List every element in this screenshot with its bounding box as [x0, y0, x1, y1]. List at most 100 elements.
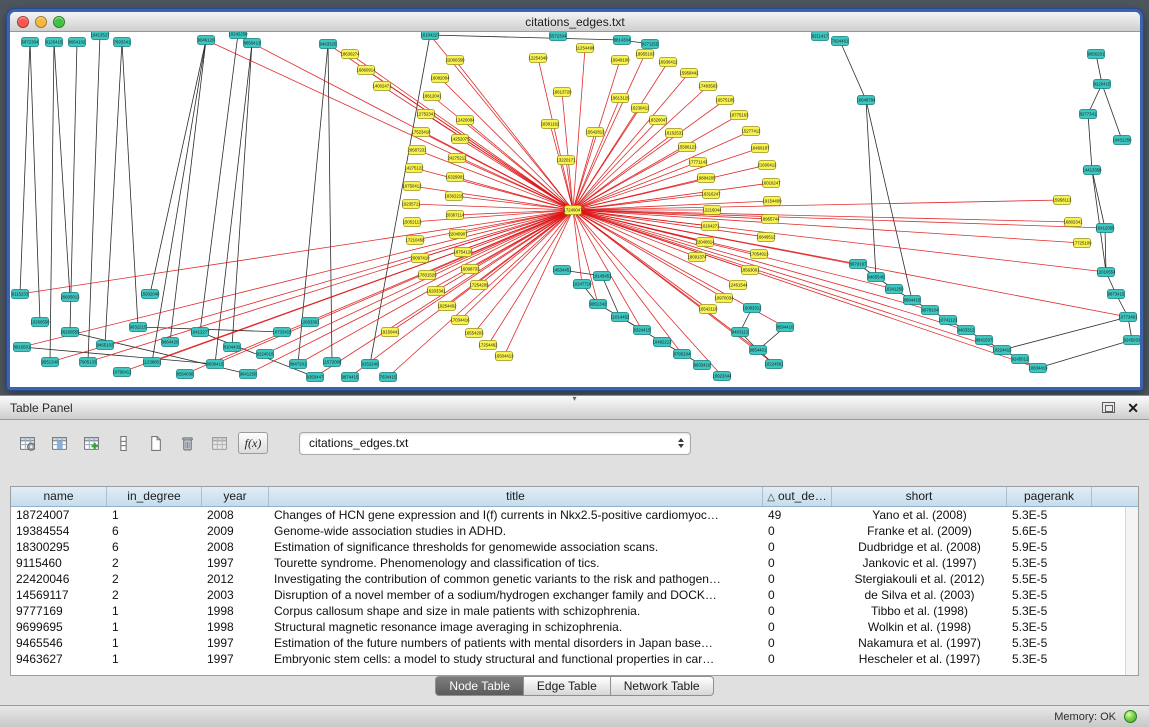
graph-node[interactable]: 16750412 [402, 182, 422, 191]
graph-node[interactable]: 14413358 [1082, 166, 1102, 175]
graph-node[interactable]: 9930415 [207, 360, 224, 369]
graph-node[interactable]: 17034416 [450, 316, 470, 325]
graph-node[interactable]: 17725109 [1072, 239, 1092, 248]
graph-node[interactable]: 9032215 [130, 323, 147, 332]
graph-node[interactable]: 8941507 [976, 336, 993, 345]
graph-node[interactable]: 9271155 [642, 40, 659, 49]
graph-node[interactable]: 22060358 [445, 56, 465, 65]
graph-node[interactable]: 12254349 [528, 54, 548, 63]
graph-node[interactable]: 18320047 [648, 116, 668, 125]
graph-node[interactable]: 14252075 [450, 135, 470, 144]
graph-node[interactable]: 12420084 [455, 116, 475, 125]
graph-node[interactable]: 9120415 [46, 38, 63, 47]
zoom-window-button[interactable] [53, 16, 65, 28]
graph-node[interactable]: 17831529 [417, 271, 437, 280]
table-row[interactable]: 1830029562008Estimation of significance … [11, 539, 1138, 555]
graph-node[interactable]: 19884205 [696, 174, 716, 183]
split-divider-grip[interactable]: ▾ [572, 395, 576, 403]
column-header-pagerank[interactable]: pagerank [1007, 487, 1092, 506]
graph-node[interactable]: 26260555 [60, 328, 80, 337]
graph-node[interactable]: 10773401 [1118, 313, 1138, 322]
memory-status-indicator[interactable] [1124, 710, 1137, 723]
graph-node[interactable]: 16648794 [856, 96, 876, 105]
graph-node[interactable]: 10413527 [90, 32, 110, 40]
graph-node[interactable]: 17210458 [405, 236, 425, 245]
table-row[interactable]: 1872400712008Changes of HCN gene express… [11, 507, 1138, 523]
graph-node[interactable]: 8594410 [777, 323, 794, 332]
tab-network-table[interactable]: Network Table [611, 676, 714, 696]
table-row[interactable]: 977716911998Corpus callosum shape and si… [11, 603, 1138, 619]
graph-node[interactable]: 19613729 [552, 88, 572, 97]
graph-node[interactable]: 10224415 [992, 346, 1012, 355]
graph-node[interactable]: 8277341 [1080, 110, 1097, 119]
graph-node[interactable]: 8847201 [290, 360, 307, 369]
graph-node[interactable]: 12752341 [416, 110, 436, 119]
column-header-out_de[interactable]: △out_de… [763, 487, 832, 506]
graph-node[interactable]: 7905133 [80, 358, 97, 367]
table-mode-button[interactable] [14, 431, 41, 455]
graph-node[interactable]: 10790412 [112, 368, 132, 377]
graph-node[interactable]: 5572304 [550, 32, 567, 41]
table-row[interactable]: 946554611997Estimation of the future num… [11, 635, 1138, 651]
graph-node[interactable]: 9245033 [1124, 336, 1141, 345]
graph-node[interactable]: 15642813 [585, 128, 605, 137]
network-canvas[interactable]: 1724004716082004188120411275234117523418… [10, 32, 1140, 387]
graph-node[interactable]: 8894415 [904, 296, 921, 305]
graph-node[interactable]: 16949100 [610, 56, 630, 65]
graph-node[interactable]: 22040614 [695, 238, 715, 247]
graph-node[interactable]: 8554036 [177, 370, 194, 379]
tab-node-table[interactable]: Node Table [435, 676, 524, 696]
function-builder-button[interactable]: f(x) [238, 432, 268, 454]
graph-node[interactable]: 7634415 [380, 373, 397, 382]
graph-node[interactable]: 11014452 [611, 313, 630, 322]
graph-node[interactable]: 16203341 [426, 287, 446, 296]
graph-node[interactable]: 8463112 [732, 328, 749, 337]
graph-node[interactable]: 9874415 [342, 373, 359, 382]
graph-node[interactable]: 16802341 [1063, 218, 1083, 227]
graph-node[interactable]: 18812041 [422, 92, 442, 101]
graph-node[interactable]: 9152240 [362, 360, 379, 369]
graph-node[interactable]: 8679197 [850, 260, 867, 269]
graph-node[interactable]: 18362215 [444, 192, 464, 201]
table-row[interactable]: 911546021997Tourette syndrome. Phenomeno… [11, 555, 1138, 571]
delete-table-button[interactable] [174, 431, 201, 455]
graph-node[interactable]: 16162531 [664, 129, 684, 138]
graph-node[interactable]: 14275122 [404, 164, 424, 173]
network-table-select[interactable]: citations_edges.txt [299, 432, 691, 455]
graph-node[interactable]: 10242250 [228, 32, 248, 39]
row-options-button[interactable] [110, 431, 137, 455]
graph-node[interactable]: 10224561 [764, 360, 784, 369]
graph-node[interactable]: 10923344 [712, 372, 732, 381]
graph-node[interactable]: 18301162 [541, 120, 560, 129]
graph-node[interactable]: 15932048 [140, 290, 160, 299]
tab-edge-table[interactable]: Edge Table [524, 676, 611, 696]
graph-node[interactable]: 7924461 [832, 37, 849, 46]
table-row[interactable]: 969969511998Structural magnetic resonanc… [11, 619, 1138, 635]
table-row[interactable]: 1938455462009Genome-wide association stu… [11, 523, 1138, 539]
network-window-titlebar[interactable]: citations_edges.txt [10, 12, 1140, 32]
graph-node[interactable]: 17523418 [411, 128, 431, 137]
graph-node[interactable]: 14002471 [372, 82, 392, 91]
graph-node[interactable]: 8795204 [674, 350, 691, 359]
graph-node[interactable]: 16316247 [701, 190, 721, 199]
graph-node[interactable]: 19235711 [402, 200, 421, 209]
graph-node[interactable]: 16554203 [464, 329, 484, 338]
graph-node[interactable]: 9465102 [97, 341, 114, 350]
graph-node[interactable]: 10834419 [1028, 364, 1048, 373]
graph-node[interactable]: 5872304 [22, 38, 39, 47]
graph-node[interactable]: 17240047 [563, 206, 583, 215]
graph-node[interactable]: 9463325 [320, 40, 337, 49]
graph-node[interactable]: 11238801 [143, 358, 162, 367]
graph-node[interactable]: 24275212 [447, 154, 467, 163]
graph-node[interactable]: 9465546 [868, 273, 885, 282]
graph-node[interactable]: 9641250 [240, 370, 257, 379]
graph-node[interactable]: 9956201 [1088, 50, 1105, 59]
graph-node[interactable]: 15277412 [741, 127, 761, 136]
graph-node[interactable]: 10341250 [884, 285, 904, 294]
graph-node[interactable]: 9115233 [12, 290, 29, 299]
graph-node[interactable]: 9978104 [922, 306, 939, 315]
graph-node[interactable]: 14534451 [552, 266, 572, 275]
graph-node[interactable]: 10482213 [652, 338, 672, 347]
graph-node[interactable]: 16936412 [658, 58, 678, 67]
network-graph[interactable]: 1724004716082004188120411275234117523418… [10, 32, 1140, 387]
